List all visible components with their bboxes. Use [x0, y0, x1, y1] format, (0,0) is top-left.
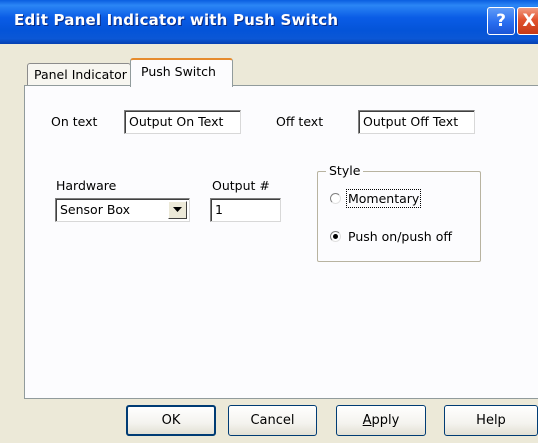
- tab-panel-indicator-label: Panel Indicator: [34, 67, 127, 82]
- style-group-label: Style: [326, 163, 364, 178]
- radio-momentary-label: Momentary: [345, 189, 422, 208]
- radio-push-on-push-off[interactable]: Push on/push off: [330, 229, 452, 244]
- output-number-label: Output #: [212, 178, 270, 193]
- title-close-button[interactable]: X: [517, 7, 538, 35]
- window-title: Edit Panel Indicator with Push Switch: [14, 11, 339, 29]
- radio-momentary[interactable]: Momentary: [330, 189, 422, 208]
- output-number-value: 1: [215, 202, 223, 217]
- radio-push-on-push-off-label: Push on/push off: [348, 229, 452, 244]
- hardware-selected-value: Sensor Box: [60, 202, 131, 217]
- on-text-label: On text: [51, 114, 98, 129]
- off-text-label: Off text: [276, 114, 324, 129]
- tab-push-switch-label: Push Switch: [141, 64, 216, 79]
- output-number-field[interactable]: 1: [210, 198, 281, 222]
- hardware-label: Hardware: [56, 178, 117, 193]
- off-text-field[interactable]: Output Off Text: [358, 110, 475, 134]
- tab-push-switch[interactable]: Push Switch: [130, 58, 233, 87]
- radio-checked-icon: [330, 231, 341, 242]
- tab-panel-indicator[interactable]: Panel Indicator: [27, 63, 131, 85]
- cancel-button[interactable]: Cancel: [228, 405, 317, 436]
- apply-button[interactable]: Apply: [336, 405, 426, 436]
- help-button-label: Help: [476, 413, 506, 428]
- apply-button-label: Apply: [362, 413, 400, 428]
- title-bar[interactable]: Edit Panel Indicator with Push Switch ? …: [0, 0, 538, 44]
- help-button[interactable]: Help: [444, 405, 538, 436]
- off-text-value: Output Off Text: [363, 114, 459, 129]
- radio-unchecked-icon: [330, 193, 341, 204]
- dropdown-arrow-button[interactable]: [168, 201, 187, 219]
- title-help-button[interactable]: ?: [487, 7, 515, 35]
- ok-button[interactable]: OK: [126, 405, 216, 436]
- cancel-button-label: Cancel: [250, 413, 295, 428]
- dialog-window: Edit Panel Indicator with Push Switch ? …: [0, 0, 538, 443]
- on-text-value: Output On Text: [129, 114, 224, 129]
- hardware-dropdown[interactable]: Sensor Box: [55, 198, 190, 222]
- question-mark-icon: ?: [496, 10, 506, 31]
- on-text-field[interactable]: Output On Text: [124, 110, 241, 134]
- style-groupbox: [317, 171, 481, 262]
- close-icon: X: [522, 10, 536, 31]
- ok-button-label: OK: [161, 413, 181, 428]
- chevron-down-icon: [173, 207, 182, 212]
